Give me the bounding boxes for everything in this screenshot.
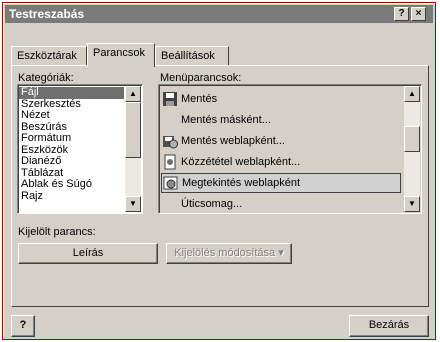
- category-item[interactable]: Nézet: [19, 109, 124, 122]
- scroll-down-icon[interactable]: ▼: [404, 196, 420, 212]
- description-button[interactable]: Leírás: [18, 243, 158, 264]
- categories-listbox[interactable]: Fájl Szerkesztés Nézet Beszúrás Formátum…: [17, 84, 143, 214]
- categories-label: Kategóriák:: [18, 72, 74, 84]
- command-item-save-as[interactable]: Mentés másként...: [161, 110, 401, 130]
- save-web-icon: [163, 136, 178, 149]
- save-icon: [163, 92, 177, 106]
- command-label: Közzététel weblapként...: [181, 156, 301, 168]
- category-item[interactable]: Formátum: [19, 132, 124, 145]
- tab-toolbars[interactable]: Eszköztárak: [11, 46, 87, 66]
- window-title: Testreszabás: [9, 7, 85, 21]
- scroll-up-icon[interactable]: ▲: [404, 86, 420, 102]
- command-label: Mentés másként...: [181, 114, 271, 126]
- commands-label: Menüparancsok:: [160, 72, 242, 84]
- category-item[interactable]: Ablak és Súgó: [19, 178, 124, 191]
- modify-selection-button[interactable]: Kijelölés módosítása ▾: [166, 243, 292, 264]
- web-preview-icon: [163, 176, 178, 190]
- scroll-thumb[interactable]: [125, 102, 141, 158]
- scroll-down-icon[interactable]: ▼: [125, 196, 141, 212]
- category-item[interactable]: Fájl: [19, 86, 124, 99]
- command-label: Mentés: [181, 93, 218, 105]
- command-label: Mentés weblapként...: [181, 135, 285, 147]
- scroll-thumb[interactable]: [404, 126, 420, 152]
- customize-dialog: Testreszabás ? × Eszköztárak Parancsok B…: [2, 2, 436, 340]
- commands-scrollbar[interactable]: ▲ ▼: [404, 86, 420, 212]
- category-item[interactable]: Rajz: [19, 190, 124, 203]
- publish-web-icon: [164, 154, 176, 170]
- scroll-up-icon[interactable]: ▲: [125, 86, 141, 102]
- selected-command-label: Kijelölt parancs:: [18, 226, 96, 238]
- tab-panel: Kategóriák: Fájl Szerkesztés Nézet Beszú…: [11, 65, 429, 307]
- command-item-save-web[interactable]: Mentés weblapként...: [161, 131, 401, 151]
- category-item[interactable]: Dianéző: [19, 155, 124, 168]
- help-button[interactable]: ?: [394, 7, 409, 21]
- command-item-publish-web[interactable]: Közzététel weblapként...: [161, 152, 401, 172]
- close-button[interactable]: ×: [411, 7, 426, 21]
- command-label: Megtekintés weblapként: [182, 177, 301, 189]
- categories-scrollbar[interactable]: ▲ ▼: [125, 86, 141, 212]
- tab-strip: Eszköztárak Parancsok Beállítások: [11, 43, 431, 67]
- tab-toolbars-label: Eszköztárak: [17, 50, 77, 62]
- tab-commands-label: Parancsok: [93, 47, 145, 59]
- tab-options-label: Beállítások: [161, 50, 215, 62]
- command-item-web-preview[interactable]: Megtekintés weblapként: [161, 173, 401, 193]
- tab-options[interactable]: Beállítások: [155, 46, 229, 66]
- commands-listbox[interactable]: Mentés Mentés másként... Mentés weblapké…: [158, 84, 422, 214]
- title-bar: Testreszabás ? ×: [5, 5, 433, 23]
- command-item-save[interactable]: Mentés: [161, 89, 401, 109]
- command-item-pack-and-go[interactable]: Úticsomag...: [161, 194, 401, 213]
- help-icon[interactable]: ?: [11, 315, 35, 337]
- tab-commands[interactable]: Parancsok: [87, 43, 155, 67]
- close-dialog-button[interactable]: Bezárás: [349, 315, 429, 337]
- command-label: Úticsomag...: [181, 198, 243, 210]
